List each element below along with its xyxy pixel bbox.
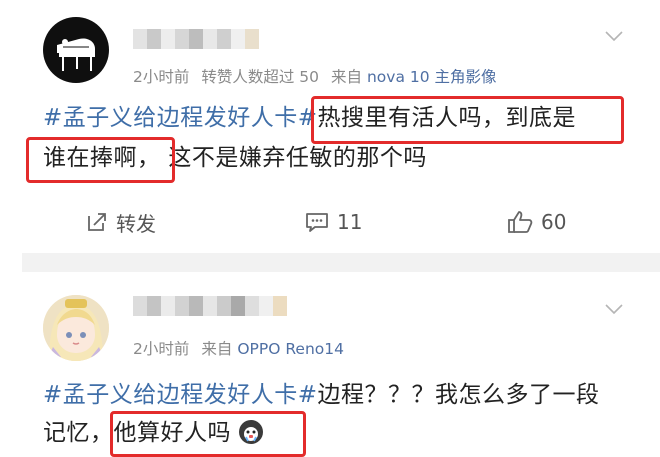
- red-highlight-box: [311, 96, 624, 144]
- thumbs-up-icon: [508, 211, 533, 233]
- post-meta: 2小时前 转赞人数超过 50 来自 nova 10 主角影像: [133, 65, 497, 87]
- like-count: 60: [541, 210, 567, 234]
- post-separator: [22, 253, 660, 272]
- device-prefix: 来自: [331, 68, 363, 86]
- piano-avatar-icon[interactable]: [43, 17, 109, 83]
- post-text: 这不是嫌弃任敏的那个吗: [168, 145, 427, 171]
- post-text: 边程？？？我怎么多了一段: [317, 382, 600, 408]
- anime-girl-avatar-icon[interactable]: [43, 295, 109, 361]
- comment-button[interactable]: 11: [305, 205, 362, 239]
- weibo-post-1: 2小时前 转赞人数超过 50 来自 nova 10 主角影像 #孟子义给边程发好人卡…: [0, 0, 660, 253]
- chevron-down-icon[interactable]: [604, 303, 624, 315]
- repost-label: 转发: [116, 211, 156, 236]
- like-button[interactable]: 60: [507, 205, 566, 239]
- username-redacted[interactable]: [133, 296, 287, 316]
- chevron-down-icon[interactable]: [604, 30, 624, 42]
- red-highlight-box: [26, 137, 175, 183]
- comment-count: 11: [337, 210, 363, 234]
- post-time: 2小时前: [133, 340, 190, 358]
- repost-like-note: 转赞人数超过 50: [201, 68, 320, 86]
- post-time: 2小时前: [133, 68, 190, 86]
- post-meta: 2小时前 来自 OPPO Reno14: [133, 337, 344, 359]
- username-redacted[interactable]: [133, 29, 259, 49]
- post-text-line-1: #孟子义给边程发好人卡#边程？？？我怎么多了一段: [43, 380, 600, 410]
- device-name[interactable]: nova 10 主角影像: [367, 68, 497, 86]
- share-icon: [88, 213, 106, 231]
- red-highlight-box: [110, 411, 306, 457]
- comment-icon: [306, 213, 328, 232]
- post-action-bar: 转发 11 60: [0, 205, 660, 239]
- topic-link[interactable]: #孟子义给边程发好人卡#: [43, 105, 318, 131]
- repost-button[interactable]: 转发: [86, 205, 156, 239]
- device-name[interactable]: OPPO Reno14: [237, 340, 344, 358]
- topic-link[interactable]: #孟子义给边程发好人卡#: [43, 382, 318, 408]
- post-text: 记忆，: [43, 420, 114, 446]
- weibo-post-2: 2小时前 来自 OPPO Reno14 #孟子义给边程发好人卡#边程？？？我怎么多…: [0, 272, 660, 457]
- device-prefix: 来自: [201, 340, 233, 358]
